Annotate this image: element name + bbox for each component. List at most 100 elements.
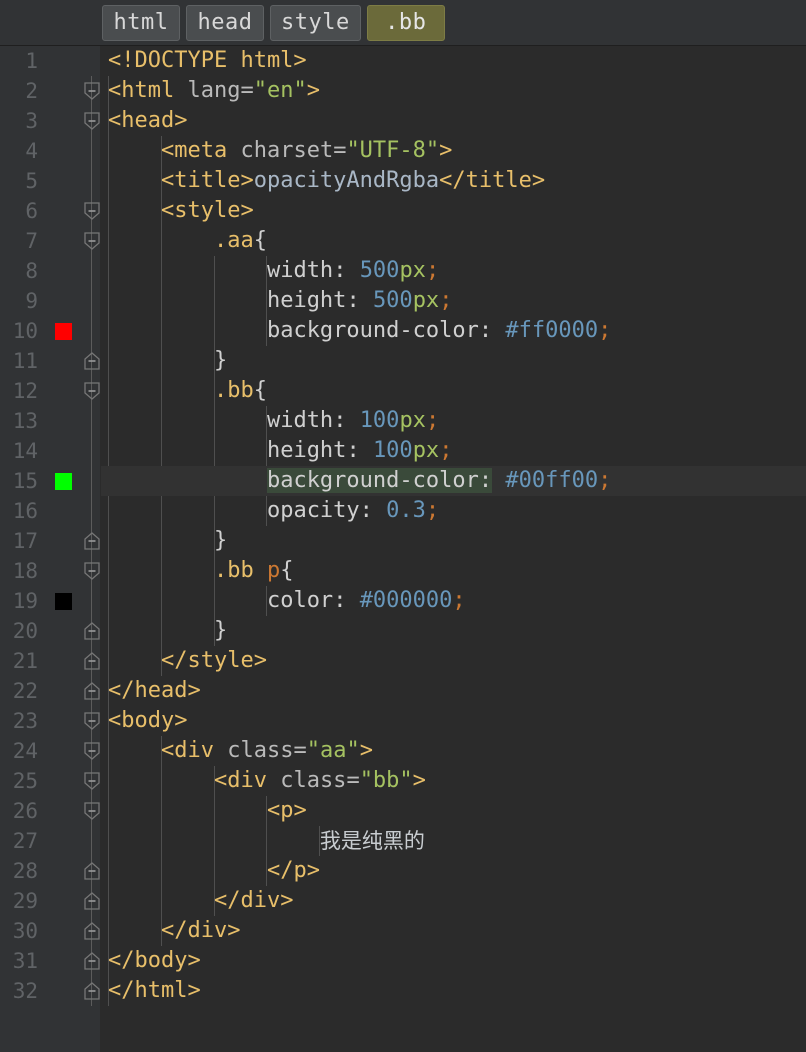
gutter-row <box>46 616 80 646</box>
code-line[interactable]: height: 500px; <box>101 286 806 316</box>
fold-collapse-icon[interactable] <box>83 561 101 581</box>
line-number: 32 <box>12 979 38 1003</box>
code-line[interactable]: opacity: 0.3; <box>101 496 806 526</box>
code-line[interactable]: color: #000000; <box>101 586 806 616</box>
fold-collapse-icon[interactable] <box>83 381 101 401</box>
fold-guide-line <box>91 586 92 616</box>
fold-guide-line <box>91 466 92 496</box>
fold-expand-icon[interactable] <box>83 891 101 911</box>
code-line[interactable]: <html lang="en"> <box>101 76 806 106</box>
code-folding-column[interactable] <box>82 46 101 1006</box>
code-line[interactable]: } <box>101 616 806 646</box>
gutter-row <box>46 556 80 586</box>
gutter-row <box>46 256 80 286</box>
code-line[interactable]: .bb{ <box>101 376 806 406</box>
line-number: 31 <box>12 949 38 973</box>
line-number: 12 <box>12 379 38 403</box>
breadcrumb-item-label: style <box>281 10 350 35</box>
code-line[interactable]: </style> <box>101 646 806 676</box>
fold-collapse-icon[interactable] <box>83 231 101 251</box>
code-line[interactable]: <head> <box>101 106 806 136</box>
code-line[interactable]: <!DOCTYPE html> <box>101 46 806 76</box>
color-swatch-icon[interactable] <box>54 592 72 610</box>
fold-row <box>82 136 101 166</box>
fold-guide-line <box>91 436 92 466</box>
fold-guide-line <box>91 166 92 196</box>
gutter-row <box>46 796 80 826</box>
code-line[interactable]: </head> <box>101 676 806 706</box>
line-number: 19 <box>12 589 38 613</box>
code-line[interactable]: width: 100px; <box>101 406 806 436</box>
breadcrumb-item-html[interactable]: html <box>102 4 180 41</box>
code-line[interactable]: <p> <box>101 796 806 826</box>
fold-expand-icon[interactable] <box>83 531 101 551</box>
code-content[interactable]: <!DOCTYPE html> <html lang="en"> <head> <m… <box>101 46 806 1052</box>
gutter-row <box>46 286 80 316</box>
code-line[interactable]: </div> <box>101 916 806 946</box>
fold-collapse-icon[interactable] <box>83 201 101 221</box>
line-number-column: 1 2 3 4 5 6 7 8 9 10 11 12 13 14 15 16 17 18 19 20 21 22 23 24 2… <box>0 46 46 1006</box>
code-line[interactable]: width: 500px; <box>101 256 806 286</box>
code-line[interactable]: background-color: #ff0000; <box>101 316 806 346</box>
gutter-row <box>46 226 80 256</box>
code-line[interactable]: <body> <box>101 706 806 736</box>
fold-expand-icon[interactable] <box>83 621 101 641</box>
breadcrumb-item-bb[interactable]: .bb <box>366 4 445 41</box>
code-line[interactable]: background-color: #00ff00; <box>101 466 806 496</box>
fold-collapse-icon[interactable] <box>83 801 101 821</box>
code-line[interactable]: <div class="aa"> <box>101 736 806 766</box>
code-line[interactable]: height: 100px; <box>101 436 806 466</box>
line-number: 13 <box>12 409 38 433</box>
code-line[interactable]: <div class="bb"> <box>101 766 806 796</box>
code-line[interactable]: </div> <box>101 886 806 916</box>
color-swatch-icon[interactable] <box>54 472 72 490</box>
code-line[interactable]: <meta charset="UTF-8"> <box>101 136 806 166</box>
fold-expand-icon[interactable] <box>83 351 101 371</box>
fold-expand-icon[interactable] <box>83 951 101 971</box>
gutter-row <box>46 46 80 76</box>
fold-row <box>82 46 101 76</box>
fold-row <box>82 706 101 736</box>
fold-expand-icon[interactable] <box>83 921 101 941</box>
line-number: 4 <box>25 139 38 163</box>
code-line[interactable]: } <box>101 526 806 556</box>
fold-row <box>82 796 101 826</box>
fold-expand-icon[interactable] <box>83 651 101 671</box>
fold-row <box>82 616 101 646</box>
color-swatch-icon[interactable] <box>54 322 72 340</box>
code-line[interactable]: } <box>101 346 806 376</box>
code-line[interactable]: <title>opacityAndRgba</title> <box>101 166 806 196</box>
breadcrumb-item-style[interactable]: style <box>270 4 361 41</box>
gutter-row <box>46 586 80 616</box>
code-line[interactable]: .aa{ <box>101 226 806 256</box>
fold-row <box>82 466 101 496</box>
code-line[interactable]: </body> <box>101 946 806 976</box>
fold-expand-icon[interactable] <box>83 981 101 1001</box>
fold-collapse-icon[interactable] <box>83 711 101 731</box>
fold-guide-line <box>91 136 92 166</box>
breadcrumb-item-label: html <box>113 10 169 35</box>
code-editor[interactable]: 1 2 3 4 5 6 7 8 9 10 11 12 13 14 15 16 17 18 19 20 21 22 23 24 2… <box>0 46 806 1052</box>
code-line[interactable]: .bb p{ <box>101 556 806 586</box>
fold-collapse-icon[interactable] <box>83 771 101 791</box>
breadcrumb-item-head[interactable]: head <box>186 4 264 41</box>
line-number: 25 <box>12 769 38 793</box>
fold-row <box>82 886 101 916</box>
fold-row <box>82 916 101 946</box>
gutter-row <box>46 196 80 226</box>
fold-row <box>82 526 101 556</box>
code-line[interactable]: </html> <box>101 976 806 1006</box>
line-number: 28 <box>12 859 38 883</box>
editor-gutter[interactable]: 1 2 3 4 5 6 7 8 9 10 11 12 13 14 15 16 17 18 19 20 21 22 23 24 2… <box>0 46 101 1052</box>
code-line[interactable]: <style> <box>101 196 806 226</box>
line-number: 15 <box>12 469 38 493</box>
fold-collapse-icon[interactable] <box>83 741 101 761</box>
fold-collapse-icon[interactable] <box>83 111 101 131</box>
fold-expand-icon[interactable] <box>83 861 101 881</box>
fold-collapse-icon[interactable] <box>83 81 101 101</box>
line-number: 30 <box>12 919 38 943</box>
fold-expand-icon[interactable] <box>83 681 101 701</box>
code-line[interactable]: </p> <box>101 856 806 886</box>
code-line[interactable]: 我是纯黑的 <box>101 826 806 856</box>
fold-row <box>82 436 101 466</box>
